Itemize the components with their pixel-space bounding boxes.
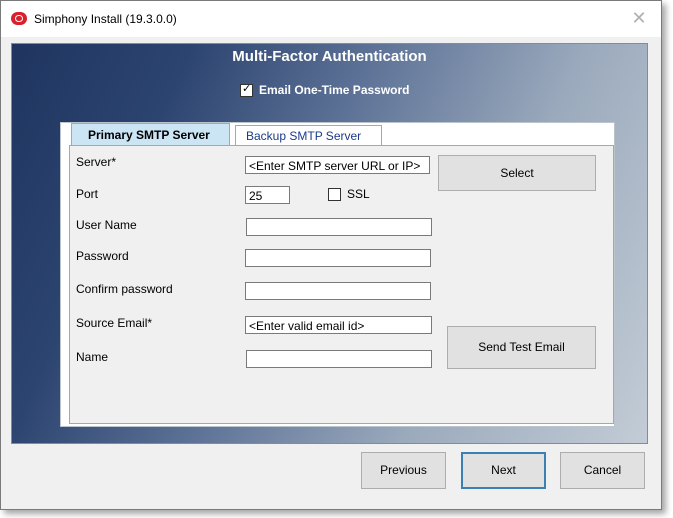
username-label: User Name bbox=[76, 218, 137, 232]
window-title: Simphony Install (19.3.0.0) bbox=[34, 12, 177, 26]
server-input[interactable]: <Enter SMTP server URL or IP> bbox=[245, 156, 430, 174]
confirm-password-input[interactable] bbox=[245, 282, 431, 300]
confirm-password-label: Confirm password bbox=[76, 282, 173, 296]
previous-button[interactable]: Previous bbox=[361, 452, 446, 489]
email-otp-option[interactable]: Email One-Time Password bbox=[240, 82, 410, 98]
name-input[interactable] bbox=[246, 350, 432, 368]
email-otp-label: Email One-Time Password bbox=[259, 83, 410, 97]
content-banner: Multi-Factor Authentication Email One-Ti… bbox=[11, 43, 648, 444]
next-button[interactable]: Next bbox=[461, 452, 546, 489]
port-label: Port bbox=[76, 187, 99, 201]
smtp-panel: Primary SMTP Server Backup SMTP Server S… bbox=[60, 122, 615, 427]
tab-primary-smtp[interactable]: Primary SMTP Server bbox=[71, 123, 230, 146]
oracle-logo-icon bbox=[11, 12, 27, 25]
cancel-button[interactable]: Cancel bbox=[560, 452, 645, 489]
ssl-checkbox[interactable] bbox=[328, 188, 341, 202]
page-title: Multi-Factor Authentication bbox=[232, 48, 427, 65]
source-email-label: Source Email* bbox=[76, 316, 153, 330]
send-test-email-button[interactable]: Send Test Email bbox=[447, 326, 596, 369]
password-input[interactable] bbox=[245, 249, 431, 267]
tab-backup-smtp[interactable]: Backup SMTP Server bbox=[235, 125, 382, 146]
name-label: Name bbox=[76, 350, 109, 364]
close-button[interactable]: ✕ bbox=[625, 5, 653, 31]
title-bar: Simphony Install (19.3.0.0) ✕ bbox=[1, 1, 661, 37]
smtp-form: Server* <Enter SMTP server URL or IP> Po… bbox=[69, 145, 614, 424]
port-input[interactable]: 25 bbox=[245, 186, 290, 204]
source-email-input[interactable]: <Enter valid email id> bbox=[245, 316, 432, 334]
password-label: Password bbox=[76, 249, 129, 263]
installer-window: Simphony Install (19.3.0.0) ✕ Multi-Fact… bbox=[0, 0, 662, 510]
select-button[interactable]: Select bbox=[438, 155, 596, 191]
username-input[interactable] bbox=[246, 218, 432, 236]
ssl-label: SSL bbox=[347, 187, 370, 201]
email-otp-checkbox[interactable] bbox=[240, 82, 253, 98]
ssl-option[interactable]: SSL bbox=[328, 187, 370, 202]
server-label: Server* bbox=[76, 155, 117, 169]
